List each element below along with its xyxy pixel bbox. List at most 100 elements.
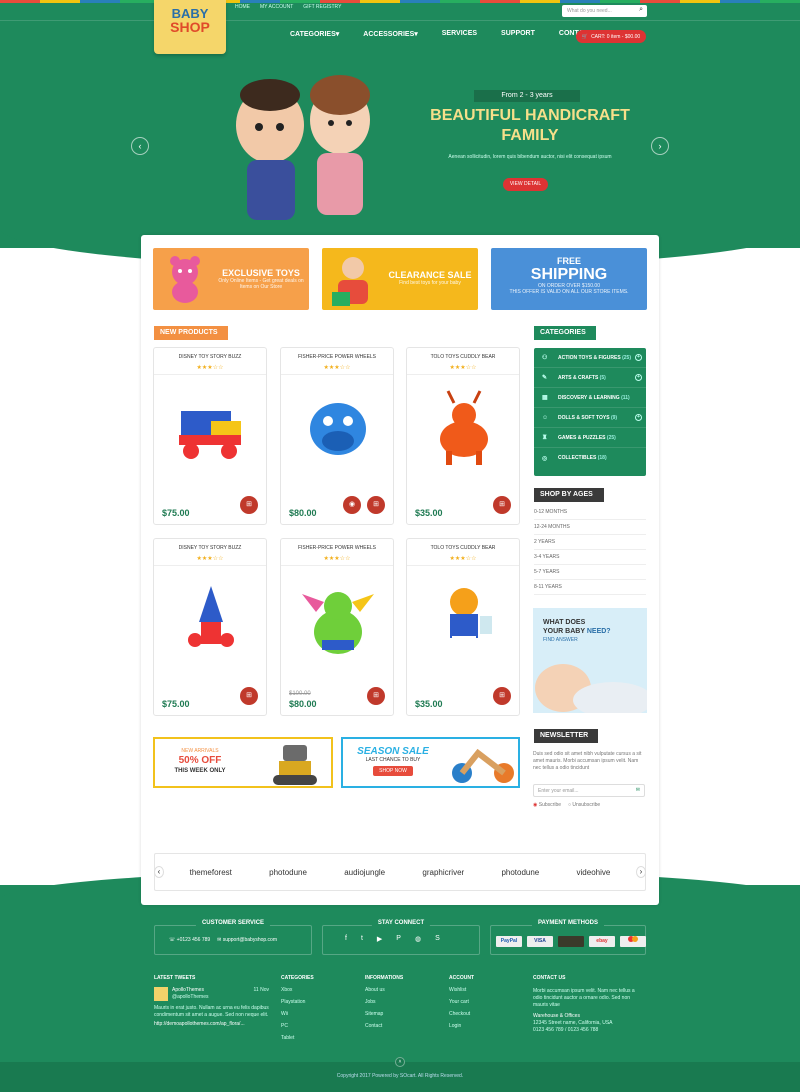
footer-link[interactable]: PC <box>281 1023 314 1029</box>
footer-link[interactable]: Playstation <box>281 999 314 1005</box>
plus-icon[interactable]: + <box>635 374 642 381</box>
new-arrivals-banner[interactable]: NEW ARRIVALS 50% OFF THIS WEEK ONLY <box>153 737 333 788</box>
footer-link[interactable]: Xbox <box>281 987 314 993</box>
tweet-link[interactable]: http://demoapollothemes.com/ap_flora/... <box>154 1021 269 1027</box>
product-card[interactable]: DISNEY TOY STORY BUZZ ★★★☆☆ $75.00 ⊞ <box>153 538 267 716</box>
baby-needs-promo[interactable]: WHAT DOES YOUR BABY NEED? FIND ANSWER <box>533 608 647 713</box>
product-card[interactable]: FISHER-PRICE POWER WHEELS ★★★☆☆ $100.00 $80… <box>280 538 394 716</box>
find-answer-link[interactable]: FIND ANSWER <box>543 636 611 645</box>
category-collectibles[interactable]: ◎ COLLECTIBLES (18) <box>534 448 646 468</box>
slider-next-button[interactable]: › <box>651 137 669 155</box>
add-to-cart-button[interactable]: ⊞ <box>493 496 511 514</box>
subscribe-label: Subscribe <box>538 802 561 808</box>
age-item[interactable]: 3-4 YEARS <box>534 550 646 565</box>
footer-link[interactable]: About us <box>365 987 403 993</box>
category-action-toys[interactable]: ⚇ ACTION TOYS & FIGURES (25) + <box>534 348 646 368</box>
logo[interactable]: BABY SHOP <box>154 0 226 54</box>
footer-link[interactable]: Your cart <box>449 999 474 1005</box>
nav-accessories[interactable]: ACCESSORIES▾ <box>363 30 417 38</box>
product-name[interactable]: TOLO TOYS CUDDLY BEAR <box>407 354 519 360</box>
age-item[interactable]: 2 YEARS <box>534 535 646 550</box>
my-account-link[interactable]: MY ACCOUNT <box>260 4 293 10</box>
brands-prev-button[interactable]: ‹ <box>154 866 164 878</box>
footer-link[interactable]: Sitemap <box>365 1011 403 1017</box>
search-icon[interactable]: ⌕ <box>639 6 643 14</box>
category-discovery[interactable]: ▦ DISCOVERY & LEARNING (11) <box>534 388 646 408</box>
brand-logo[interactable]: photodune <box>269 868 307 877</box>
email-field[interactable]: Enter your email... ✉ <box>533 784 645 797</box>
mail-icon[interactable]: ✉ <box>636 787 640 793</box>
add-to-cart-button[interactable]: ⊞ <box>367 496 385 514</box>
product-image[interactable] <box>298 386 378 476</box>
add-to-cart-button[interactable]: ⊞ <box>367 687 385 705</box>
dribbble-icon[interactable]: ◍ <box>415 935 421 943</box>
product-name[interactable]: DISNEY TOY STORY BUZZ <box>154 545 266 551</box>
category-label: ACTION TOYS & FIGURES <box>558 354 621 361</box>
product-image[interactable] <box>424 386 504 476</box>
add-to-cart-button[interactable]: ⊞ <box>240 687 258 705</box>
gift-registry-link[interactable]: GIFT REGISTRY <box>303 4 341 10</box>
add-to-cart-button[interactable]: ⊞ <box>240 496 258 514</box>
skype-icon[interactable]: S <box>435 935 440 943</box>
shop-now-button[interactable]: SHOP NOW <box>373 766 413 776</box>
footer-link[interactable]: Wii <box>281 1011 314 1017</box>
footer-link[interactable]: Checkout <box>449 1011 474 1017</box>
subscribe-radio[interactable]: ◉ <box>533 802 537 808</box>
unsubscribe-radio[interactable]: ○ <box>568 802 571 808</box>
plus-icon[interactable]: + <box>635 414 642 421</box>
slider-prev-button[interactable]: ‹ <box>131 137 149 155</box>
exclusive-toys-banner[interactable]: EXCLUSIVE TOYS Only Online Items - Get g… <box>153 248 309 310</box>
season-sale-banner[interactable]: SEASON SALE LAST CHANCE TO BUY SHOP NOW <box>341 737 520 788</box>
product-name[interactable]: FISHER-PRICE POWER WHEELS <box>281 545 393 551</box>
age-item[interactable]: 5-7 YEARS <box>534 565 646 580</box>
footer-link[interactable]: Jobs <box>365 999 403 1005</box>
view-detail-button[interactable]: VIEW DETAIL <box>503 178 548 191</box>
pinterest-icon[interactable]: P <box>396 935 401 943</box>
home-link[interactable]: HOME <box>235 4 250 10</box>
nav-categories[interactable]: CATEGORIES▾ <box>290 30 339 38</box>
footer-link[interactable]: Tablet <box>281 1035 314 1041</box>
brands-next-button[interactable]: › <box>636 866 646 878</box>
product-image[interactable] <box>298 577 378 667</box>
free-shipping-banner[interactable]: FREE SHIPPING ON ORDER OVER $150.00 THIS… <box>491 248 647 310</box>
back-to-top-button[interactable]: ˄ <box>395 1057 405 1067</box>
product-name[interactable]: DISNEY TOY STORY BUZZ <box>154 354 266 360</box>
age-item[interactable]: 12-24 MONTHS <box>534 520 646 535</box>
footer-link[interactable]: Contact <box>365 1023 403 1029</box>
add-to-cart-button[interactable]: ⊞ <box>493 687 511 705</box>
tweet-user[interactable]: ApolloThemes <box>172 987 204 993</box>
youtube-icon[interactable]: ▶ <box>377 935 382 943</box>
product-card[interactable]: TOLO TOYS CUDDLY BEAR ★★★☆☆ $35.00 ⊞ <box>406 538 520 716</box>
brand-logo[interactable]: graphicriver <box>422 868 464 877</box>
brand-logo[interactable]: themeforest <box>190 868 232 877</box>
age-item[interactable]: 8-11 YEARS <box>534 580 646 595</box>
footer-link[interactable]: Login <box>449 1023 474 1029</box>
plus-icon[interactable]: + <box>635 354 642 361</box>
product-name[interactable]: FISHER-PRICE POWER WHEELS <box>281 354 393 360</box>
product-name[interactable]: TOLO TOYS CUDDLY BEAR <box>407 545 519 551</box>
brand-logo[interactable]: audiojungle <box>344 868 385 877</box>
product-image[interactable] <box>424 577 504 667</box>
product-image[interactable] <box>171 577 251 667</box>
footer-link[interactable]: Wishlist <box>449 987 474 993</box>
product-card[interactable]: DISNEY TOY STORY BUZZ ★★★☆☆ $75.00 ⊞ <box>153 347 267 525</box>
category-count: (25) <box>606 434 616 441</box>
category-dolls[interactable]: ☺ DOLLS & SOFT TOYS (9) + <box>534 408 646 428</box>
quick-view-button[interactable]: ◉ <box>343 496 361 514</box>
product-image[interactable] <box>171 386 251 476</box>
brand-logo[interactable]: videohive <box>577 868 611 877</box>
category-arts-crafts[interactable]: ✎ ARTS & CRAFTS (5) + <box>534 368 646 388</box>
product-card[interactable]: FISHER-PRICE POWER WHEELS ★★★☆☆ $80.00 ◉ ⊞ <box>280 347 394 525</box>
facebook-icon[interactable]: f <box>345 935 347 943</box>
age-item[interactable]: 0-12 MONTHS <box>534 505 646 520</box>
nav-services[interactable]: SERVICES <box>442 30 477 38</box>
search-input[interactable]: What do you need... ⌕ <box>562 5 647 17</box>
product-card[interactable]: TOLO TOYS CUDDLY BEAR ★★★☆☆ $35.00 ⊞ <box>406 347 520 525</box>
twitter-icon[interactable]: t <box>361 935 363 943</box>
support-email[interactable]: support@babyshop.com <box>223 937 277 943</box>
category-games[interactable]: ♜ GAMES & PUZZLES (25) <box>534 428 646 448</box>
cart-button[interactable]: 🛒 CART: 0 item - $00.00 <box>576 30 646 43</box>
brand-logo[interactable]: photodune <box>501 868 539 877</box>
nav-support[interactable]: SUPPORT <box>501 30 535 38</box>
clearance-sale-banner[interactable]: CLEARANCE SALE Find best toys for your b… <box>322 248 478 310</box>
